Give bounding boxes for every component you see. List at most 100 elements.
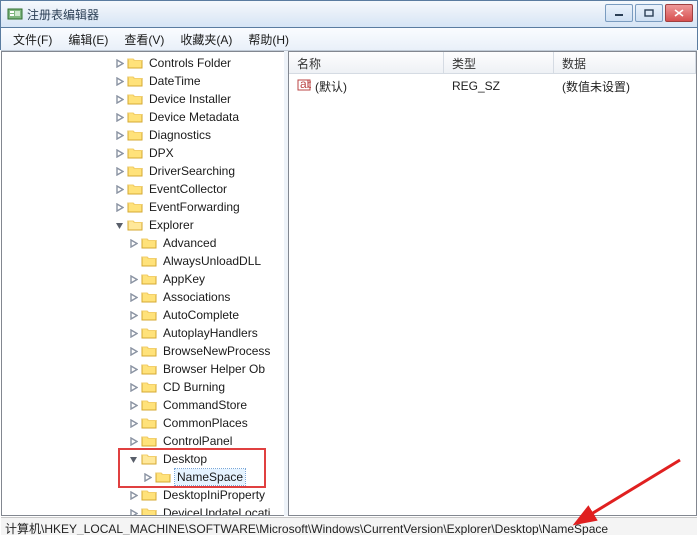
expand-toggle[interactable] [128, 364, 139, 375]
tree-node[interactable]: EventForwarding [2, 198, 284, 216]
tree-label: Desktop [161, 451, 209, 467]
expand-toggle[interactable] [128, 508, 139, 516]
tree-node[interactable]: BrowseNewProcess [2, 342, 284, 360]
value-type: REG_SZ [444, 79, 554, 93]
tree-node[interactable]: Browser Helper Ob [2, 360, 284, 378]
string-value-icon: ab [297, 78, 311, 95]
tree-node[interactable]: CommonPlaces [2, 414, 284, 432]
expand-toggle[interactable] [128, 310, 139, 321]
list-header: 名称 类型 数据 [289, 52, 696, 74]
expand-toggle[interactable] [128, 256, 139, 267]
menu-help[interactable]: 帮助(H) [240, 29, 297, 50]
tree-label: Browser Helper Ob [161, 361, 267, 377]
expand-toggle[interactable] [128, 490, 139, 501]
value-name: (默认) [315, 78, 347, 95]
expand-toggle[interactable] [114, 130, 125, 141]
expand-toggle[interactable] [128, 454, 139, 465]
svg-text:ab: ab [300, 78, 311, 91]
tree-node[interactable]: Controls Folder [2, 54, 284, 72]
expand-toggle[interactable] [114, 202, 125, 213]
expand-toggle[interactable] [114, 94, 125, 105]
tree-label: EventCollector [147, 181, 229, 197]
list-body[interactable]: ab(默认) REG_SZ (数值未设置) [289, 74, 696, 515]
tree-node[interactable]: Desktop [2, 450, 284, 468]
minimize-button[interactable] [605, 4, 633, 22]
expand-toggle[interactable] [128, 436, 139, 447]
tree-node[interactable]: AutoplayHandlers [2, 324, 284, 342]
tree-node[interactable]: AlwaysUnloadDLL [2, 252, 284, 270]
tree-label: Associations [161, 289, 232, 305]
tree-node[interactable]: DPX [2, 144, 284, 162]
column-data[interactable]: 数据 [554, 52, 696, 73]
tree-node[interactable]: ControlPanel [2, 432, 284, 450]
expand-toggle[interactable] [128, 238, 139, 249]
tree-label: AlwaysUnloadDLL [161, 253, 263, 269]
tree-node[interactable]: DesktopIniProperty [2, 486, 284, 504]
expand-toggle[interactable] [114, 58, 125, 69]
column-name[interactable]: 名称 [289, 52, 444, 73]
tree-label: Device Installer [147, 91, 233, 107]
tree-node[interactable]: CommandStore [2, 396, 284, 414]
tree-label: AutoplayHandlers [161, 325, 260, 341]
value-row[interactable]: ab(默认) REG_SZ (数值未设置) [289, 76, 696, 96]
status-bar: 计算机\HKEY_LOCAL_MACHINE\SOFTWARE\Microsof… [1, 517, 697, 535]
expand-toggle[interactable] [114, 76, 125, 87]
tree-label: DPX [147, 145, 176, 161]
tree-node[interactable]: Device Installer [2, 90, 284, 108]
tree-node[interactable]: DateTime [2, 72, 284, 90]
tree-label: AutoComplete [161, 307, 241, 323]
registry-tree: Controls Folder DateTime Device Installe… [2, 52, 284, 515]
expand-toggle[interactable] [128, 292, 139, 303]
expand-toggle[interactable] [114, 148, 125, 159]
tree-label: Controls Folder [147, 55, 233, 71]
tree-label: AppKey [161, 271, 207, 287]
menu-favorites[interactable]: 收藏夹(A) [172, 29, 240, 50]
tree-node[interactable]: Associations [2, 288, 284, 306]
tree-node[interactable]: AppKey [2, 270, 284, 288]
tree-node[interactable]: Diagnostics [2, 126, 284, 144]
expand-toggle[interactable] [142, 472, 153, 483]
tree-node[interactable]: NameSpace [2, 468, 284, 486]
menu-file[interactable]: 文件(F) [5, 29, 60, 50]
tree-label: NameSpace [175, 469, 245, 485]
tree-node[interactable]: EventCollector [2, 180, 284, 198]
tree-node[interactable]: AutoComplete [2, 306, 284, 324]
app-icon [7, 6, 23, 22]
tree-node[interactable]: DeviceUpdateLocati [2, 504, 284, 515]
close-button[interactable] [665, 4, 693, 22]
expand-toggle[interactable] [128, 346, 139, 357]
expand-toggle[interactable] [128, 382, 139, 393]
tree-node[interactable]: CD Burning [2, 378, 284, 396]
window-title: 注册表编辑器 [27, 6, 603, 23]
expand-toggle[interactable] [128, 418, 139, 429]
tree-node[interactable]: Device Metadata [2, 108, 284, 126]
tree-node[interactable]: Advanced [2, 234, 284, 252]
tree-label: Explorer [147, 217, 196, 233]
tree-label: Advanced [161, 235, 218, 251]
expand-toggle[interactable] [114, 166, 125, 177]
tree-label: DeviceUpdateLocati [161, 505, 272, 515]
tree-node[interactable]: DriverSearching [2, 162, 284, 180]
tree-label: DateTime [147, 73, 203, 89]
column-type[interactable]: 类型 [444, 52, 554, 73]
expand-toggle[interactable] [114, 220, 125, 231]
tree-label: ControlPanel [161, 433, 234, 449]
expand-toggle[interactable] [128, 400, 139, 411]
client-area: Controls Folder DateTime Device Installe… [1, 50, 697, 516]
expand-toggle[interactable] [114, 112, 125, 123]
tree-label: DesktopIniProperty [161, 487, 267, 503]
values-pane: 名称 类型 数据 ab(默认) REG_SZ (数值未设置) [288, 51, 697, 516]
tree-label: DriverSearching [147, 163, 237, 179]
tree-label: BrowseNewProcess [161, 343, 272, 359]
tree-scroll[interactable]: Controls Folder DateTime Device Installe… [2, 52, 284, 515]
expand-toggle[interactable] [128, 274, 139, 285]
menu-view[interactable]: 查看(V) [116, 29, 172, 50]
expand-toggle[interactable] [128, 328, 139, 339]
tree-label: CD Burning [161, 379, 227, 395]
tree-label: CommandStore [161, 397, 249, 413]
expand-toggle[interactable] [114, 184, 125, 195]
maximize-button[interactable] [635, 4, 663, 22]
tree-node[interactable]: Explorer [2, 216, 284, 234]
menu-edit[interactable]: 编辑(E) [60, 29, 116, 50]
menu-bar: 文件(F) 编辑(E) 查看(V) 收藏夹(A) 帮助(H) [0, 28, 698, 50]
